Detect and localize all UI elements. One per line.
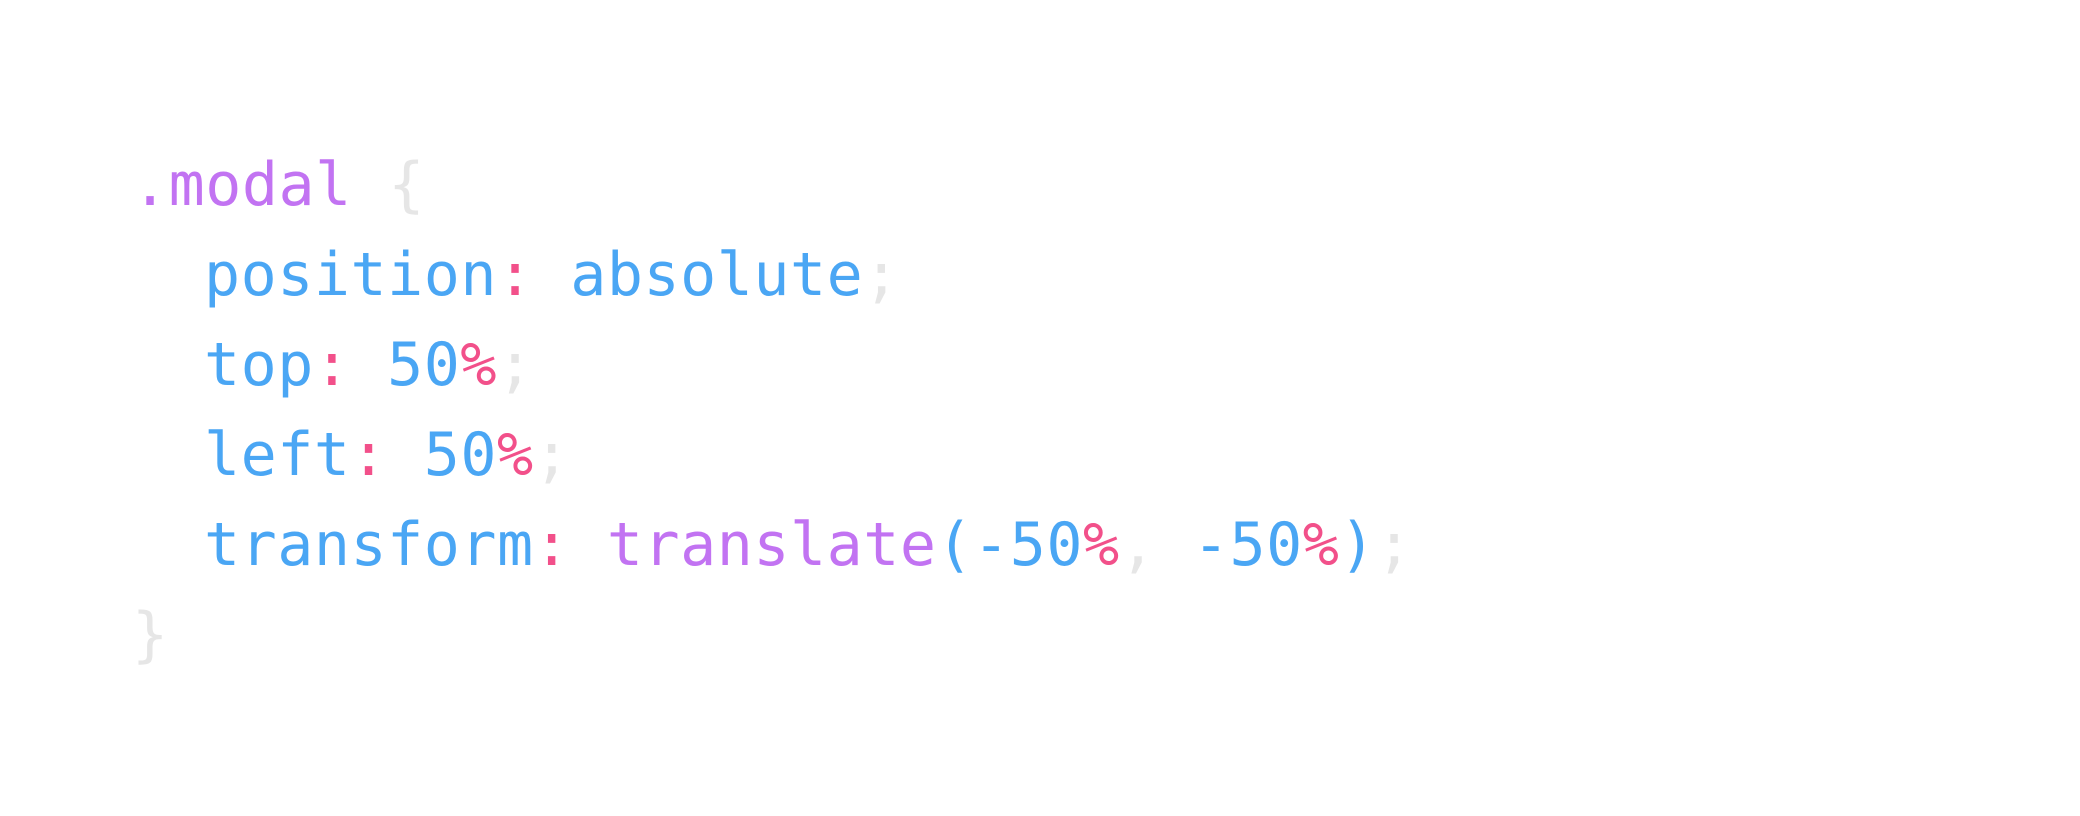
property-name: transform bbox=[204, 510, 534, 580]
semicolon: ; bbox=[497, 330, 534, 400]
code-line-selector: .modal { bbox=[132, 140, 1413, 230]
colon: : bbox=[533, 510, 571, 580]
semicolon: ; bbox=[1375, 510, 1413, 580]
number-value: 50 bbox=[423, 420, 497, 490]
unit-percent: % bbox=[460, 330, 497, 400]
colon: : bbox=[350, 420, 388, 490]
open-brace: { bbox=[388, 150, 425, 220]
unit-percent: % bbox=[1302, 510, 1340, 580]
property-value: absolute bbox=[570, 240, 864, 310]
semicolon: ; bbox=[863, 240, 900, 310]
css-selector: .modal bbox=[132, 150, 352, 220]
close-brace: } bbox=[132, 600, 169, 670]
unit-percent: % bbox=[1082, 510, 1120, 580]
css-code-block: .modal {position: absolute; top: 50%; left… bbox=[132, 140, 1413, 680]
open-paren: ( bbox=[936, 510, 974, 580]
function-name: translate bbox=[606, 510, 937, 580]
number-value: 50 bbox=[387, 330, 461, 400]
property-name: position bbox=[204, 240, 497, 310]
code-line-position: position: absolute; bbox=[132, 230, 1413, 320]
colon: : bbox=[496, 240, 534, 310]
property-name: left bbox=[204, 420, 351, 490]
code-line-top: top: 50%; bbox=[132, 320, 1413, 410]
semicolon: ; bbox=[533, 420, 571, 490]
code-line-transform: transform: translate(-50%, -50%); bbox=[132, 500, 1413, 590]
number-value: -50 bbox=[1192, 510, 1303, 580]
code-line-close: } bbox=[132, 590, 1413, 680]
close-paren: ) bbox=[1339, 510, 1376, 580]
property-name: top bbox=[204, 330, 314, 400]
number-value: -50 bbox=[973, 510, 1083, 580]
code-line-left: left: 50%; bbox=[132, 410, 1413, 500]
colon: : bbox=[313, 330, 351, 400]
comma: , bbox=[1119, 510, 1157, 580]
unit-percent: % bbox=[497, 420, 534, 490]
